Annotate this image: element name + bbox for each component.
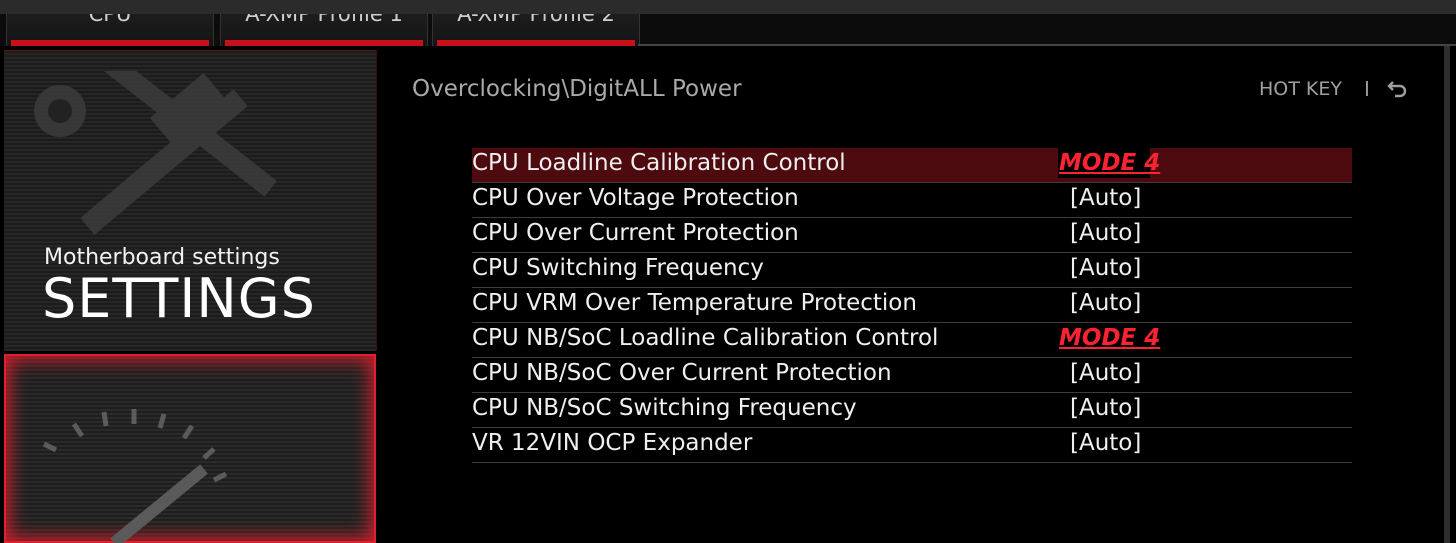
- tab-underline: [225, 40, 423, 46]
- settings-title: SETTINGS: [42, 267, 316, 330]
- menu-item-value[interactable]: [Auto]: [1070, 358, 1141, 388]
- menu-item-value[interactable]: MODE 4: [1059, 148, 1160, 178]
- tab-axmp-profile-2[interactable]: A-XMP Profile 2: [432, 14, 640, 46]
- tools-icon: [34, 71, 277, 235]
- tab-cpu[interactable]: CPU: [6, 14, 214, 46]
- left-panel: Motherboard settings SETTINGS: [4, 50, 377, 543]
- scrollbar[interactable]: [1444, 46, 1450, 543]
- top-strip: [0, 0, 1456, 14]
- menu-item-value[interactable]: [Auto]: [1070, 253, 1141, 283]
- menu-item-cpu-vrm-otp[interactable]: CPU VRM Over Temperature Protection [Aut…: [472, 288, 1352, 323]
- settings-menu: CPU Loadline Calibration Control MODE 4 …: [472, 148, 1352, 463]
- menu-item-label: CPU NB/SoC Switching Frequency: [472, 395, 857, 421]
- menu-item-nb-soc-llc[interactable]: CPU NB/SoC Loadline Calibration Control …: [472, 323, 1352, 358]
- menu-item-label: VR 12VIN OCP Expander: [472, 430, 753, 456]
- settings-card[interactable]: Motherboard settings SETTINGS: [4, 50, 377, 351]
- menu-item-value[interactable]: [Auto]: [1070, 428, 1141, 458]
- tab-label: A-XMP Profile 2: [457, 14, 615, 26]
- hotkey-button[interactable]: HOT KEY: [1259, 78, 1342, 100]
- menu-item-cpu-switching-frequency[interactable]: CPU Switching Frequency [Auto]: [472, 253, 1352, 288]
- menu-item-label: CPU NB/SoC Loadline Calibration Control: [472, 325, 939, 351]
- menu-item-nb-soc-switching-frequency[interactable]: CPU NB/SoC Switching Frequency [Auto]: [472, 393, 1352, 428]
- overclocking-card[interactable]: [4, 354, 376, 543]
- separator: I: [1364, 77, 1370, 101]
- menu-item-value[interactable]: [Auto]: [1070, 183, 1141, 213]
- breadcrumb: Overclocking\DigitALL Power: [412, 76, 742, 102]
- tab-underline: [437, 40, 635, 46]
- menu-item-value[interactable]: [Auto]: [1070, 288, 1141, 318]
- menu-item-label: CPU Over Voltage Protection: [472, 185, 799, 211]
- menu-item-cpu-llc[interactable]: CPU Loadline Calibration Control MODE 4: [472, 148, 1352, 183]
- menu-item-label: CPU VRM Over Temperature Protection: [472, 290, 917, 316]
- menu-item-label: CPU NB/SoC Over Current Protection: [472, 360, 892, 386]
- menu-item-value[interactable]: MODE 4: [1059, 323, 1160, 353]
- menu-item-value[interactable]: [Auto]: [1070, 393, 1141, 423]
- menu-item-cpu-ovp[interactable]: CPU Over Voltage Protection [Auto]: [472, 183, 1352, 218]
- tab-label: CPU: [88, 14, 132, 26]
- tab-axmp-profile-1[interactable]: A-XMP Profile 1: [220, 14, 428, 46]
- menu-item-label: CPU Loadline Calibration Control: [472, 150, 846, 176]
- tab-bar-divider: [638, 44, 1456, 46]
- menu-item-cpu-ocp[interactable]: CPU Over Current Protection [Auto]: [472, 218, 1352, 253]
- tab-label: A-XMP Profile 1: [245, 14, 403, 26]
- menu-item-label: CPU Over Current Protection: [472, 220, 799, 246]
- gauge-icon: [42, 409, 228, 543]
- menu-item-nb-soc-ocp[interactable]: CPU NB/SoC Over Current Protection [Auto…: [472, 358, 1352, 393]
- menu-item-vr-12vin-ocp-expander[interactable]: VR 12VIN OCP Expander [Auto]: [472, 428, 1352, 463]
- tab-underline: [11, 40, 209, 46]
- back-arrow-icon[interactable]: [1386, 77, 1410, 101]
- menu-item-value[interactable]: [Auto]: [1070, 218, 1141, 248]
- menu-item-label: CPU Switching Frequency: [472, 255, 764, 281]
- tab-bar: CPU A-XMP Profile 1 A-XMP Profile 2: [0, 14, 1456, 46]
